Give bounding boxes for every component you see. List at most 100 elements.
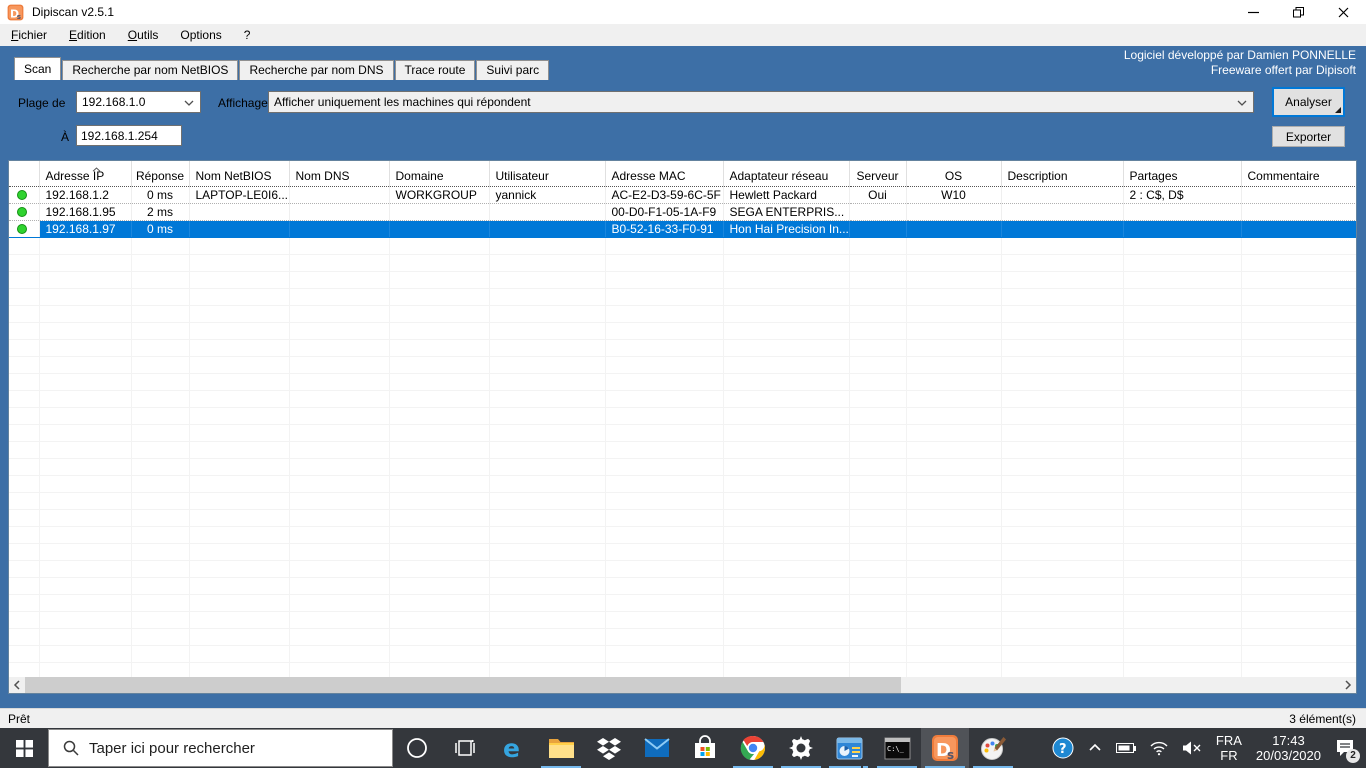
table-cell[interactable]: [389, 220, 490, 238]
affichage-combobox[interactable]: Afficher uniquement les machines qui rép…: [268, 91, 1254, 113]
close-button[interactable]: [1321, 0, 1366, 24]
table-cell[interactable]: 0 ms: [131, 186, 190, 204]
column-header-serveur[interactable]: Serveur: [849, 161, 907, 187]
table-cell[interactable]: [489, 203, 606, 221]
column-header-adaptateur-r-seau[interactable]: Adaptateur réseau: [723, 161, 850, 187]
table-cell[interactable]: 0 ms: [131, 220, 190, 238]
menu-fichier[interactable]: Fichier: [0, 24, 58, 46]
help-tray-button[interactable]: ?: [1045, 728, 1081, 768]
table-cell[interactable]: LAPTOP-LE0I6...: [189, 186, 290, 204]
action-center-button[interactable]: 2: [1328, 728, 1362, 768]
column-header-partages[interactable]: Partages: [1123, 161, 1242, 187]
column-header-os[interactable]: OS: [906, 161, 1002, 187]
menu-outils[interactable]: Outils: [117, 24, 170, 46]
table-cell[interactable]: [906, 220, 1002, 238]
volume-tray-button[interactable]: [1175, 728, 1209, 768]
battery-tray-button[interactable]: [1109, 728, 1143, 768]
column-header-r-ponse[interactable]: Réponse: [131, 161, 190, 187]
table-cell[interactable]: 00-D0-F1-05-1A-F9: [605, 203, 724, 221]
table-row[interactable]: 192.168.1.97 0 ms B0-52-16-33-F0-91 Hon Hai…: [9, 220, 1356, 238]
tab-trace-route[interactable]: Trace route: [394, 60, 476, 80]
menu-help[interactable]: ?: [233, 24, 262, 46]
table-cell[interactable]: [1123, 203, 1242, 221]
taskbar-app-settings[interactable]: [777, 728, 825, 768]
table-cell[interactable]: 2 : C$, D$: [1123, 186, 1242, 204]
table-cell[interactable]: 2 ms: [131, 203, 190, 221]
clock[interactable]: 17:43 20/03/2020: [1249, 728, 1328, 768]
table-cell[interactable]: Hewlett Packard: [723, 186, 850, 204]
table-cell[interactable]: [1001, 186, 1124, 204]
table-cell[interactable]: W10: [906, 186, 1002, 204]
table-cell[interactable]: 192.168.1.2: [39, 186, 132, 204]
table-cell[interactable]: [389, 203, 490, 221]
tab-recherche-par-nom-dns[interactable]: Recherche par nom DNS: [239, 60, 394, 80]
scrollbar-thumb[interactable]: [25, 677, 901, 693]
table-cell[interactable]: yannick: [489, 186, 606, 204]
table-cell[interactable]: [289, 203, 390, 221]
table-cell[interactable]: [289, 186, 390, 204]
taskbar-app-file-explorer[interactable]: [537, 728, 585, 768]
column-header-nom-netbios[interactable]: Nom NetBIOS: [189, 161, 290, 187]
table-cell[interactable]: [1001, 220, 1124, 238]
column-header-nom-dns[interactable]: Nom DNS: [289, 161, 390, 187]
table-cell[interactable]: [906, 203, 1002, 221]
table-cell[interactable]: [1241, 186, 1356, 204]
table-cell[interactable]: [289, 220, 390, 238]
task-view-button[interactable]: [441, 728, 489, 768]
column-header-domaine[interactable]: Domaine: [389, 161, 490, 187]
column-header-commentaire[interactable]: Commentaire: [1241, 161, 1356, 187]
table-cell[interactable]: WORKGROUP: [389, 186, 490, 204]
column-header-adresse-ip[interactable]: Adresse IP: [39, 161, 132, 187]
analyser-button[interactable]: Analyser: [1272, 87, 1345, 117]
column-header-adresse-mac[interactable]: Adresse MAC: [605, 161, 724, 187]
table-cell[interactable]: [1123, 220, 1242, 238]
column-header-description[interactable]: Description: [1001, 161, 1124, 187]
table-cell[interactable]: [1241, 220, 1356, 238]
plage-fin-input[interactable]: [76, 125, 182, 146]
show-hidden-icons-button[interactable]: [1081, 728, 1109, 768]
taskbar-app-edge[interactable]: e: [489, 728, 537, 768]
menu-options[interactable]: Options: [169, 24, 232, 46]
cortana-button[interactable]: [393, 728, 441, 768]
table-cell[interactable]: [189, 220, 290, 238]
scroll-left-arrow-icon[interactable]: [9, 677, 25, 693]
table-cell[interactable]: B0-52-16-33-F0-91: [605, 220, 724, 238]
menu-edition[interactable]: Edition: [58, 24, 117, 46]
table-cell[interactable]: [849, 203, 907, 221]
column-header-status[interactable]: [9, 161, 40, 187]
table-cell[interactable]: [1001, 203, 1124, 221]
table-cell[interactable]: [849, 220, 907, 238]
taskbar-app-dipiscan[interactable]: Ds: [921, 728, 969, 768]
language-indicator[interactable]: FRA FR: [1209, 728, 1249, 768]
taskbar-app-command-prompt[interactable]: C:\_: [873, 728, 921, 768]
taskbar-app-dropbox[interactable]: [585, 728, 633, 768]
taskbar-app-paint[interactable]: [969, 728, 1017, 768]
restore-button[interactable]: [1276, 0, 1321, 24]
scroll-right-arrow-icon[interactable]: [1340, 677, 1356, 693]
table-cell[interactable]: SEGA ENTERPRIS...: [723, 203, 850, 221]
taskbar-app-store[interactable]: [681, 728, 729, 768]
table-cell[interactable]: 192.168.1.97: [39, 220, 132, 238]
column-header-utilisateur[interactable]: Utilisateur: [489, 161, 606, 187]
table-cell[interactable]: [489, 220, 606, 238]
wifi-tray-button[interactable]: [1143, 728, 1175, 768]
plage-de-combobox[interactable]: 192.168.1.0: [76, 91, 201, 113]
exporter-button[interactable]: Exporter: [1272, 126, 1345, 147]
minimize-button[interactable]: [1231, 0, 1276, 24]
table-cell[interactable]: [189, 203, 290, 221]
taskbar-app-report-app[interactable]: [825, 728, 873, 768]
table-cell[interactable]: [1241, 203, 1356, 221]
taskbar-search-input[interactable]: Taper ici pour rechercher: [48, 729, 393, 767]
table-row[interactable]: 192.168.1.95 2 ms 00-D0-F1-05-1A-F9 SEGA EN…: [9, 203, 1356, 221]
table-cell[interactable]: AC-E2-D3-59-6C-5F: [605, 186, 724, 204]
tab-scan[interactable]: Scan: [14, 57, 62, 80]
start-button[interactable]: [0, 728, 48, 768]
horizontal-scrollbar[interactable]: [9, 677, 1356, 693]
table-cell[interactable]: 192.168.1.95: [39, 203, 132, 221]
table-row[interactable]: 192.168.1.2 0 ms LAPTOP-LE0I6... WORKGROUP y…: [9, 186, 1356, 204]
tab-suivi-parc[interactable]: Suivi parc: [476, 60, 550, 80]
taskbar-app-mail[interactable]: [633, 728, 681, 768]
table-cell[interactable]: Oui: [849, 186, 907, 204]
taskbar-app-chrome[interactable]: [729, 728, 777, 768]
tab-recherche-par-nom-netbios[interactable]: Recherche par nom NetBIOS: [62, 60, 239, 80]
